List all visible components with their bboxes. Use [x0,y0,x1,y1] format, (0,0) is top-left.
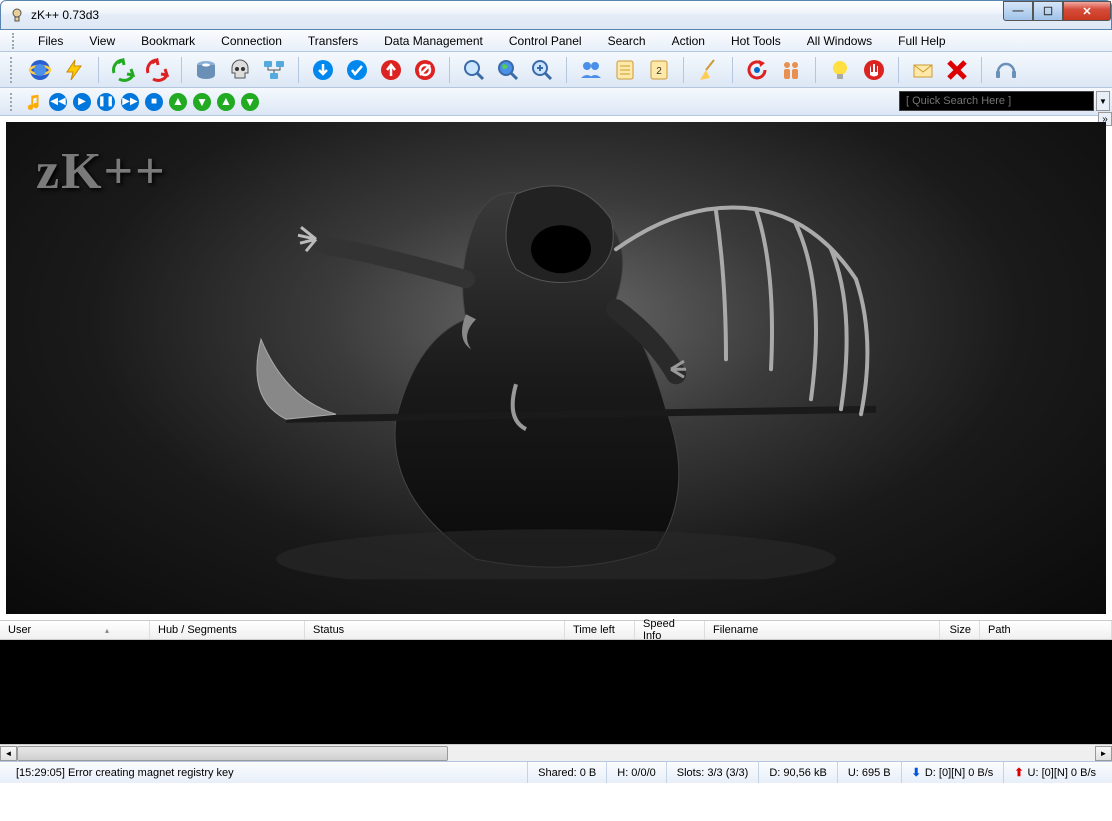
menu-transfers[interactable]: Transfers [296,32,370,50]
users-icon[interactable] [577,56,605,84]
down-green2-icon[interactable]: ▼ [240,92,260,112]
recycle-green-icon[interactable] [109,56,137,84]
menu-hot-tools[interactable]: Hot Tools [719,32,793,50]
arrow-down-icon: ⬇ [912,766,921,779]
col-status[interactable]: Status [305,621,565,639]
menu-control-panel[interactable]: Control Panel [497,32,594,50]
close-button[interactable]: ✕ [1063,1,1111,21]
col-speed[interactable]: Speed Info [635,621,705,639]
scroll-track[interactable] [17,746,1095,761]
scroll-thumb[interactable] [17,746,448,761]
shield-check-icon[interactable] [343,56,371,84]
pause-icon[interactable]: ❚❚ [96,92,116,112]
scroll-left-icon[interactable]: ◄ [0,746,17,761]
main-toolbar: 2 [0,52,1112,88]
menu-full-help[interactable]: Full Help [886,32,957,50]
splash-logo: zK++ [36,142,167,201]
status-up-speed: ⬆ U: [0][N] 0 B/s [1004,762,1106,783]
menubar-grip-icon[interactable] [12,33,18,49]
arrow-up-icon: ⬆ [1014,766,1023,779]
up-speed-text: U: [0][N] 0 B/s [1028,767,1096,779]
recycle-red-icon[interactable] [143,56,171,84]
quick-search-input[interactable] [906,95,1087,107]
titlebar: zK++ 0.73d3 — ☐ ✕ [0,0,1112,30]
delete-x-icon[interactable] [943,56,971,84]
stop-icon[interactable]: ■ [144,92,164,112]
up-green-icon[interactable]: ▲ [168,92,188,112]
col-size[interactable]: Size [940,621,980,639]
app-icon [9,7,25,23]
network-icon[interactable] [260,56,288,84]
col-path[interactable]: Path [980,621,1112,639]
quick-search-box[interactable] [899,91,1094,111]
play-icon[interactable]: ▶ [72,92,92,112]
horizontal-scrollbar[interactable]: ◄ ► [0,744,1112,761]
col-filename[interactable]: Filename [705,621,940,639]
prev-icon[interactable]: ◀◀ [48,92,68,112]
transfers-table-body [0,640,1112,744]
menu-all-windows[interactable]: All Windows [795,32,884,50]
refresh-icon[interactable] [743,56,771,84]
zoom-in-icon[interactable] [528,56,556,84]
skull-icon[interactable] [226,56,254,84]
status-log: [15:29:05] Error creating magnet registr… [6,762,528,783]
col-timeleft[interactable]: Time left [565,621,635,639]
quick-search-dropdown-icon[interactable]: ▼ [1096,91,1110,111]
zoom-world-icon[interactable] [494,56,522,84]
reaper-artwork-icon [216,139,896,579]
bulb-icon[interactable] [826,56,854,84]
menu-view[interactable]: View [77,32,127,50]
next-icon[interactable]: ▶▶ [120,92,140,112]
menu-data-management[interactable]: Data Management [372,32,495,50]
window-title: zK++ 0.73d3 [31,8,99,22]
status-hubs: H: 0/0/0 [607,762,667,783]
shield-up-red-icon[interactable] [377,56,405,84]
menu-connection[interactable]: Connection [209,32,294,50]
status-slots: Slots: 3/3 (3/3) [667,762,760,783]
up-green2-icon[interactable]: ▲ [216,92,236,112]
toolbar2-grip-icon[interactable] [10,93,16,111]
window-controls: — ☐ ✕ [1003,1,1111,21]
notepad2-icon[interactable]: 2 [645,56,673,84]
col-user[interactable]: User [0,621,150,639]
toolbar-grip-icon[interactable] [10,57,16,83]
menubar: Files View Bookmark Connection Transfers… [0,30,1112,52]
notepad-icon[interactable] [611,56,639,84]
down-speed-text: D: [0][N] 0 B/s [925,767,993,779]
down-green-icon[interactable]: ▼ [192,92,212,112]
music-note-icon[interactable] [24,92,44,112]
globe-icon[interactable] [26,56,54,84]
col-hub[interactable]: Hub / Segments [150,621,305,639]
headset-icon[interactable] [992,56,1020,84]
svg-text:2: 2 [656,66,662,77]
shield-down-icon[interactable] [309,56,337,84]
menu-files[interactable]: Files [26,32,75,50]
stop-hand-icon[interactable] [860,56,888,84]
disk-icon[interactable] [192,56,220,84]
splash-panel: » zK++ [0,116,1112,620]
zoom-icon[interactable] [460,56,488,84]
mail-icon[interactable] [909,56,937,84]
menu-bookmark[interactable]: Bookmark [129,32,207,50]
menu-search[interactable]: Search [596,32,658,50]
scroll-right-icon[interactable]: ► [1095,746,1112,761]
minimize-button[interactable]: — [1003,1,1033,21]
menu-action[interactable]: Action [660,32,717,50]
shield-no-icon[interactable] [411,56,439,84]
status-up-total: U: 695 B [838,762,902,783]
maximize-button[interactable]: ☐ [1033,1,1063,21]
people-icon[interactable] [777,56,805,84]
statusbar: [15:29:05] Error creating magnet registr… [0,761,1112,783]
transfers-table-header: User Hub / Segments Status Time left Spe… [0,620,1112,640]
status-shared: Shared: 0 B [528,762,607,783]
broom-icon[interactable] [694,56,722,84]
media-toolbar: ◀◀ ▶ ❚❚ ▶▶ ■ ▲ ▼ ▲ ▼ ▼ [0,88,1112,116]
status-down-total: D: 90,56 kB [759,762,837,783]
splash-image: zK++ [6,122,1106,614]
lightning-icon[interactable] [60,56,88,84]
status-down-speed: ⬇ D: [0][N] 0 B/s [902,762,1005,783]
